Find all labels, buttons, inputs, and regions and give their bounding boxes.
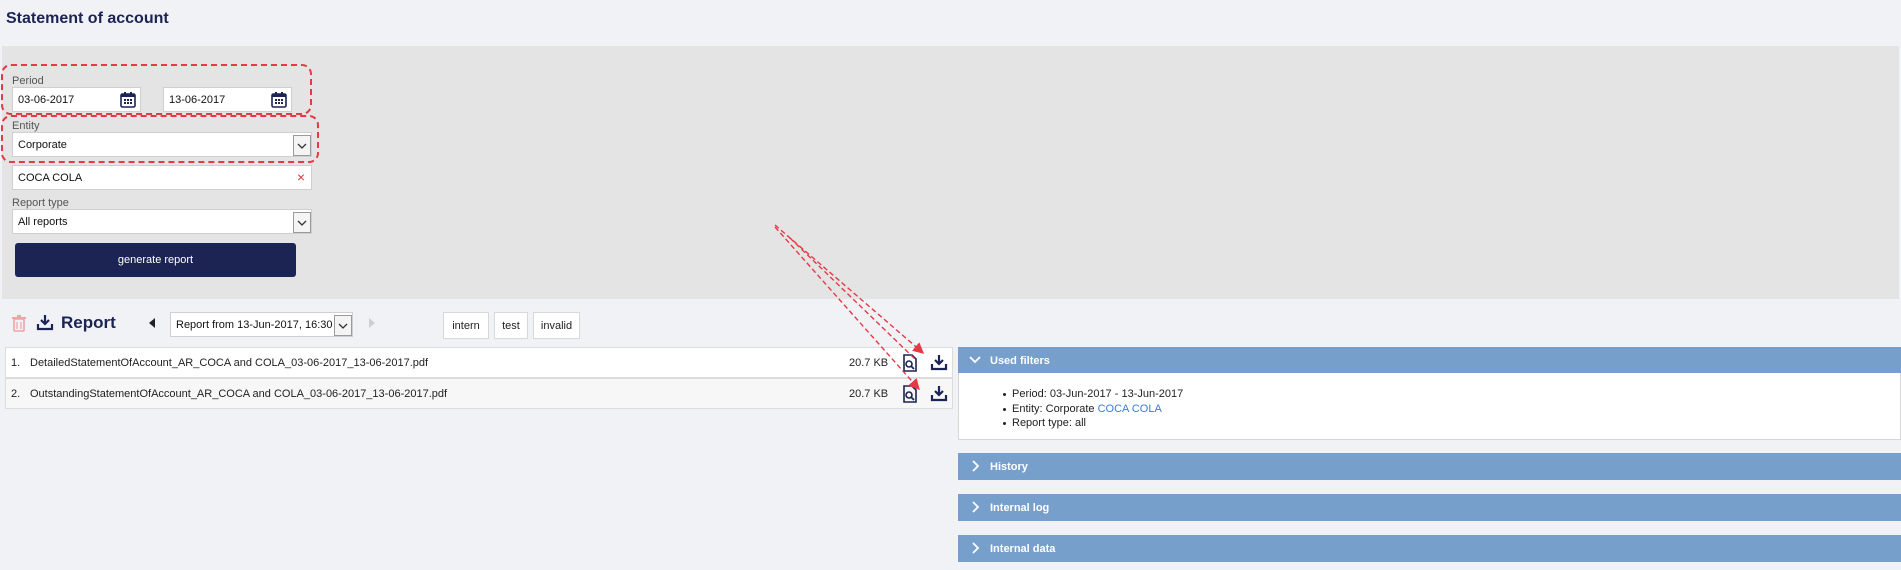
internal-data-panel-header[interactable]: Internal data <box>958 535 1901 562</box>
entity-search-value: COCA COLA <box>18 172 83 184</box>
report-version-value: Report from 13-Jun-2017, 16:30 <box>176 319 333 331</box>
report-type-value: All reports <box>18 216 68 228</box>
chevron-right-icon <box>968 500 982 517</box>
previous-report-icon[interactable] <box>145 316 163 334</box>
file-size: 20.7 KB <box>849 388 889 400</box>
chevron-down-icon[interactable] <box>293 212 311 233</box>
internal-data-title: Internal data <box>990 543 1056 555</box>
used-filter-period: Period: 03-Jun-2017 - 13-Jun-2017 <box>1003 387 1183 402</box>
chevron-down-icon[interactable] <box>334 315 352 336</box>
file-name[interactable]: OutstandingStatementOfAccount_AR_COCA an… <box>30 388 447 400</box>
report-type-label: Report type <box>12 197 69 209</box>
next-report-icon[interactable] <box>365 316 383 334</box>
report-version-select[interactable]: Report from 13-Jun-2017, 16:30 <box>170 312 353 337</box>
file-row: 2. OutstandingStatementOfAccount_AR_COCA… <box>5 378 953 409</box>
report-type-select[interactable]: All reports <box>12 209 312 234</box>
report-title: Report <box>61 313 116 332</box>
internal-log-panel-header[interactable]: Internal log <box>958 494 1901 521</box>
file-size: 20.7 KB <box>849 357 889 369</box>
trash-icon[interactable] <box>10 314 28 332</box>
history-title: History <box>990 461 1028 473</box>
used-filter-entity: Entity: Corporate COCA COLA <box>1003 402 1183 417</box>
download-icon[interactable] <box>930 353 948 371</box>
used-filters-title: Used filters <box>990 355 1050 367</box>
internal-log-title: Internal log <box>990 502 1050 514</box>
page-title: Statement of account <box>6 10 169 27</box>
chevron-down-icon <box>968 353 982 370</box>
annotation-period-highlight <box>1 64 312 115</box>
file-index: 2. <box>11 388 21 400</box>
used-filters-panel-header[interactable]: Used filters <box>958 347 1901 374</box>
history-panel-header[interactable]: History <box>958 453 1901 480</box>
annotation-entity-highlight <box>1 115 319 163</box>
used-filter-report-type: Report type: all <box>1003 416 1183 431</box>
file-index: 1. <box>11 357 21 369</box>
clear-icon[interactable]: × <box>297 170 305 184</box>
chevron-right-icon <box>968 459 982 476</box>
download-icon[interactable] <box>930 384 948 402</box>
entity-search-field[interactable]: COCA COLA × <box>12 165 312 190</box>
tag-intern-button[interactable]: intern <box>443 312 489 339</box>
preview-icon[interactable] <box>901 354 919 372</box>
preview-icon[interactable] <box>901 385 919 403</box>
tag-test-button[interactable]: test <box>494 312 528 339</box>
download-icon <box>36 313 54 331</box>
generate-report-button[interactable]: generate report <box>15 243 296 277</box>
entity-link[interactable]: COCA COLA <box>1098 403 1162 415</box>
tag-invalid-button[interactable]: invalid <box>533 312 580 339</box>
used-filters-panel-body: Period: 03-Jun-2017 - 13-Jun-2017 Entity… <box>958 373 1901 440</box>
used-filter-entity-text: Entity: Corporate <box>1012 402 1095 415</box>
file-row: 1. DetailedStatementOfAccount_AR_COCA an… <box>5 347 953 378</box>
file-name[interactable]: DetailedStatementOfAccount_AR_COCA and C… <box>30 357 428 369</box>
chevron-right-icon <box>968 541 982 558</box>
